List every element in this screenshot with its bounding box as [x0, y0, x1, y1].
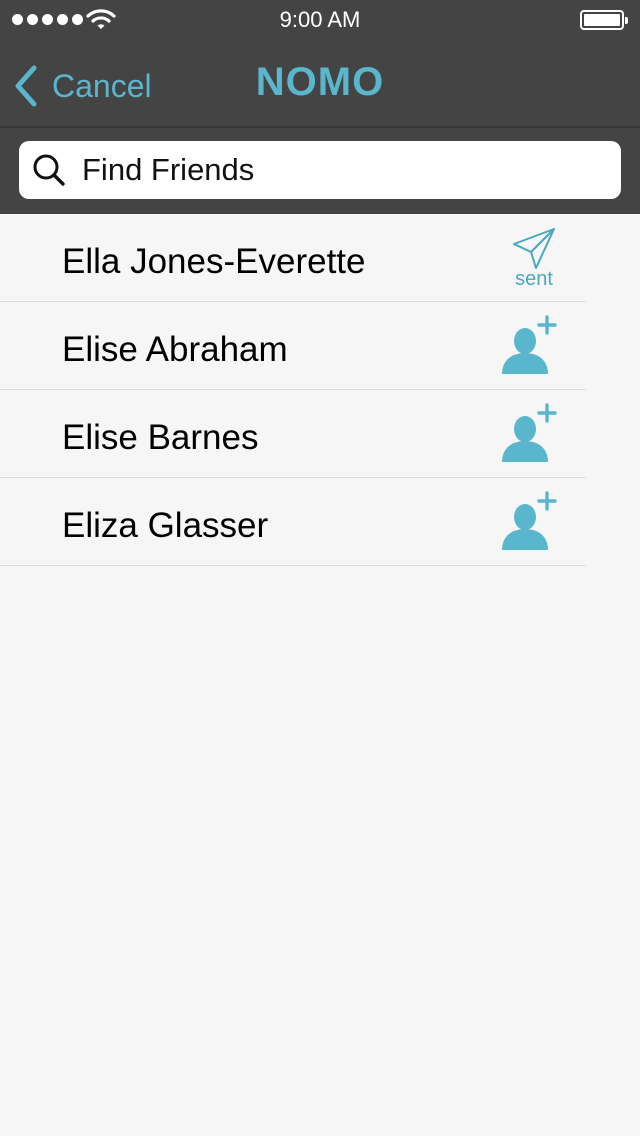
search-field[interactable]: [19, 141, 621, 199]
search-input[interactable]: [82, 152, 582, 188]
add-friend-button[interactable]: [498, 402, 570, 468]
list-item[interactable]: Eliza Glasser: [0, 478, 586, 566]
paper-plane-icon: [513, 228, 555, 269]
friend-name: Ella Jones-Everette: [62, 242, 366, 281]
top-bar: 9:00 AM Cancel NOMO: [0, 0, 640, 128]
list-item[interactable]: Elise Abraham: [0, 302, 586, 390]
add-friend-icon: [502, 315, 557, 374]
add-friend-icon: [502, 491, 557, 550]
list-item[interactable]: Elise Barnes: [0, 390, 586, 478]
sent-label: sent: [515, 268, 553, 290]
friend-name: Eliza Glasser: [62, 506, 269, 545]
add-friend-button[interactable]: [498, 314, 570, 380]
status-bar: 9:00 AM: [0, 0, 640, 40]
list-item[interactable]: Ella Jones-Everette sent: [0, 214, 586, 302]
battery-icon: [580, 10, 628, 30]
add-friend-icon: [502, 403, 557, 462]
request-sent-button[interactable]: sent: [498, 226, 570, 292]
friend-name: Elise Barnes: [62, 418, 259, 457]
friends-list: Ella Jones-Everette sent Elise Abraham E…: [0, 214, 640, 566]
search-icon: [33, 154, 65, 186]
add-friend-button[interactable]: [498, 490, 570, 556]
status-time: 9:00 AM: [279, 7, 361, 32]
friend-name: Elise Abraham: [62, 330, 288, 369]
search-bar: [0, 128, 640, 214]
app-title: NOMO: [255, 60, 385, 104]
